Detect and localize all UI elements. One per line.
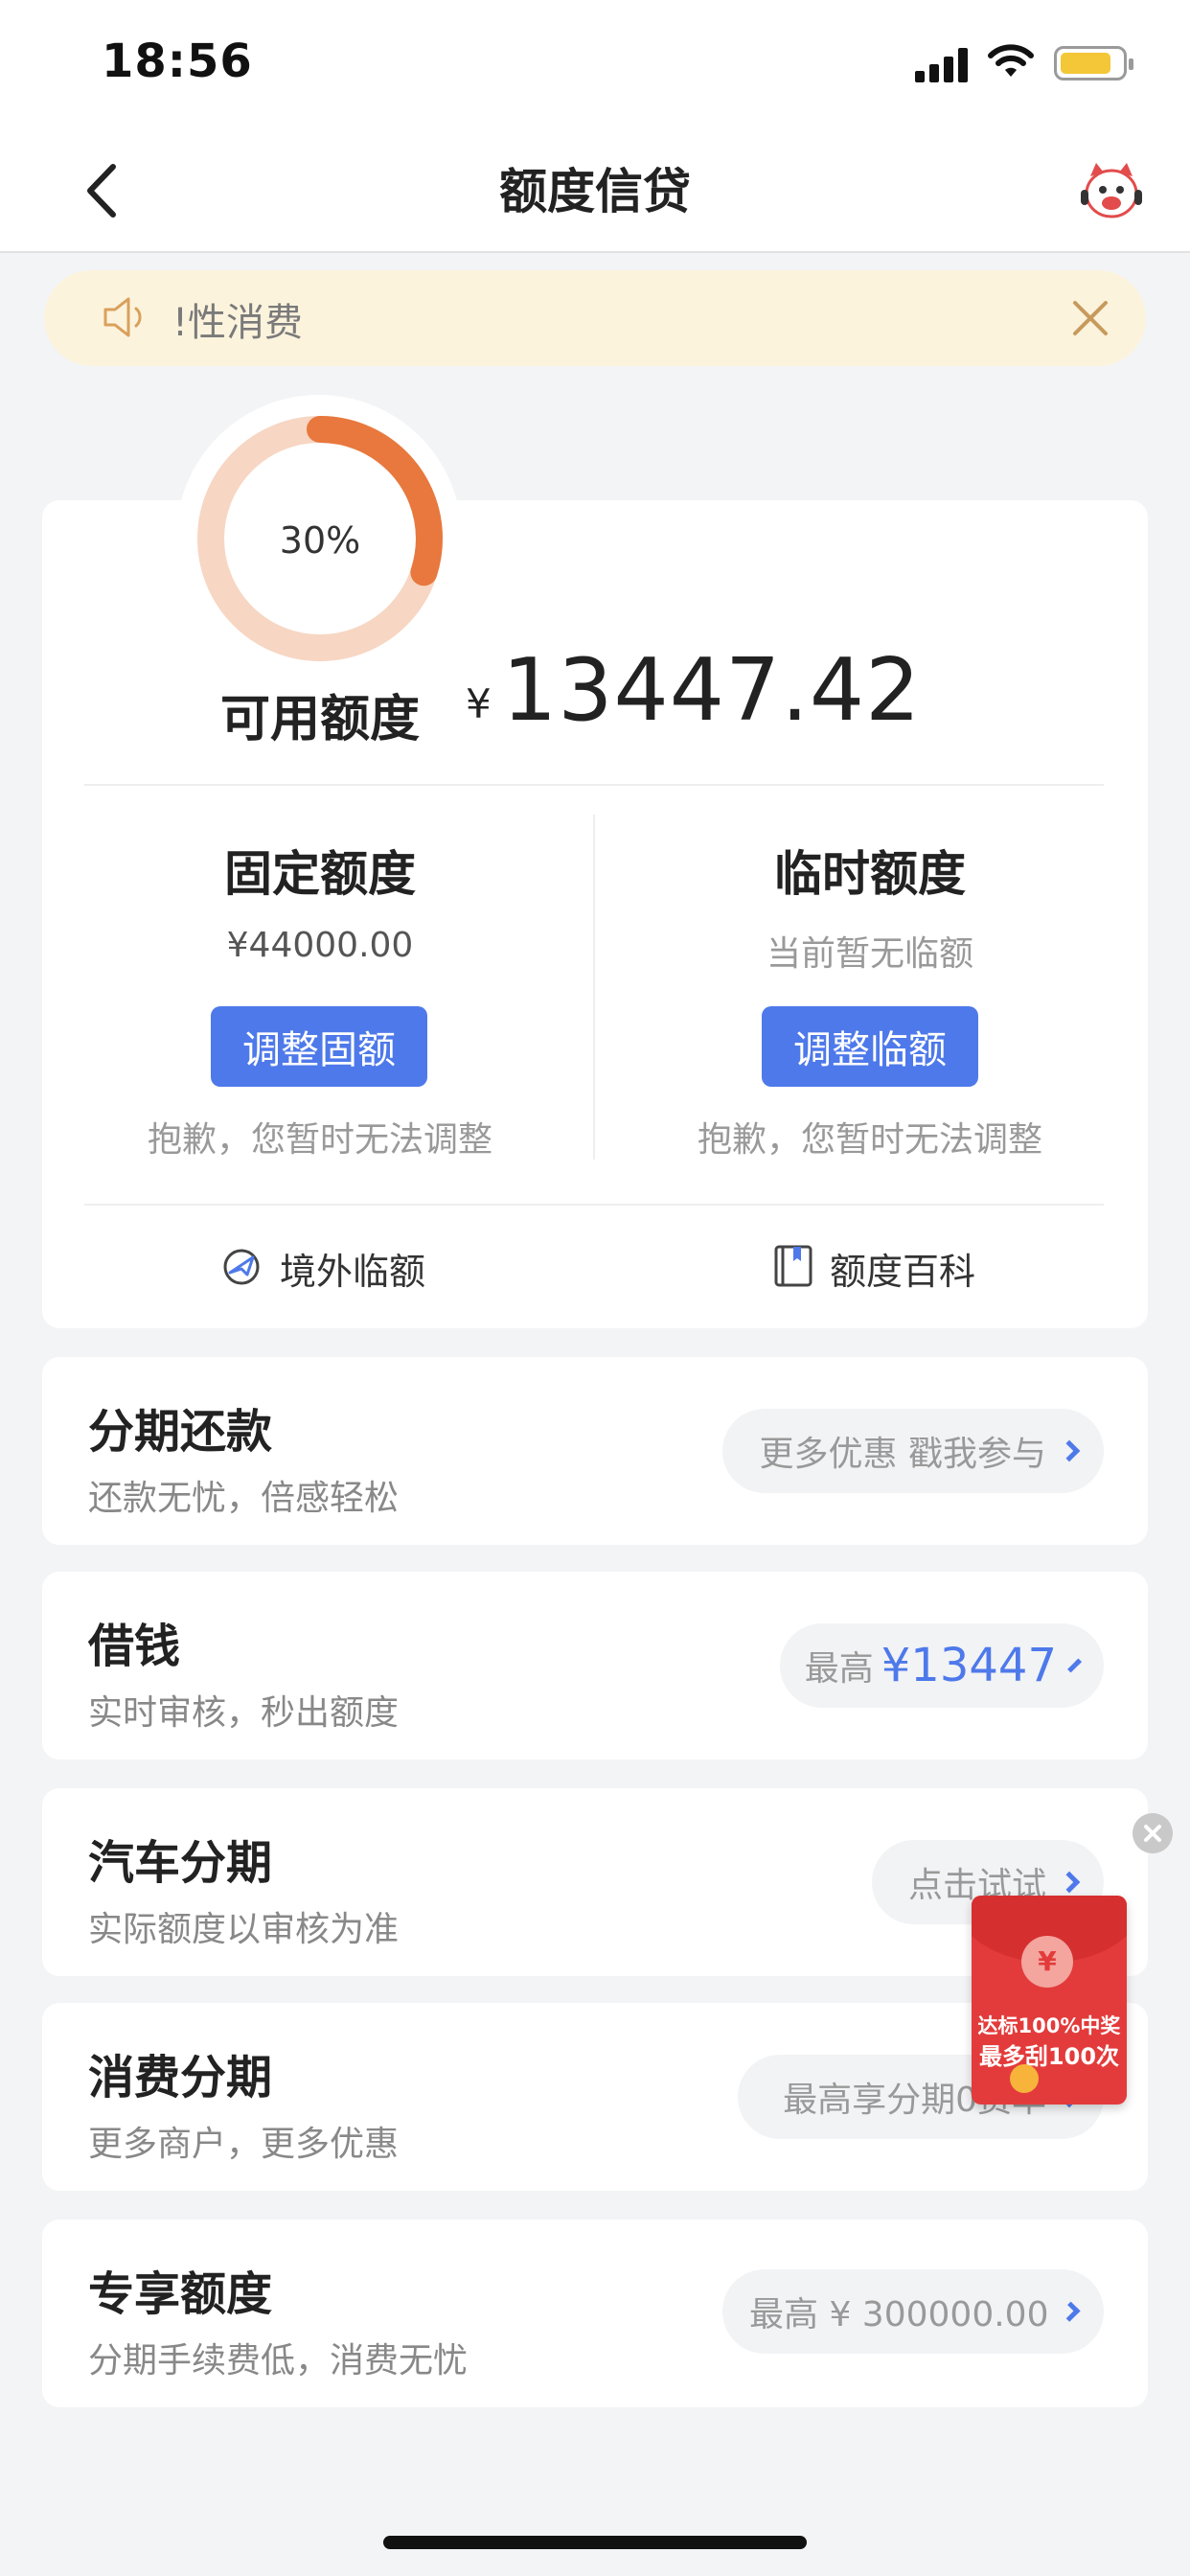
home-indicator xyxy=(383,2536,807,2549)
fixed-credit-note: 抱歉，您暂时无法调整 xyxy=(147,1120,492,1160)
pill-label: 最高 ¥ 300000.00 xyxy=(749,2295,1049,2334)
chevron-right-icon xyxy=(1060,2301,1081,2322)
currency-symbol: ¥ xyxy=(466,680,492,727)
temp-credit-value: 当前暂无临额 xyxy=(766,934,973,974)
service-subtitle: 还款无忧，倍感轻松 xyxy=(88,1479,400,1518)
book-icon xyxy=(774,1245,812,1287)
pill-label: 更多优惠 戳我参与 xyxy=(759,1435,1046,1474)
notice-text: !性消费 xyxy=(172,301,304,345)
temp-credit-note: 抱歉，您暂时无法调整 xyxy=(697,1120,1042,1160)
status-time: 18:56 xyxy=(102,34,253,88)
battery-icon xyxy=(1054,46,1133,80)
divider xyxy=(84,1204,1104,1206)
service-subtitle: 分期手续费低，消费无忧 xyxy=(88,2341,469,2380)
service-title: 专享额度 xyxy=(88,2267,273,2321)
chevron-right-icon xyxy=(1058,1871,1081,1894)
service-title: 分期还款 xyxy=(88,1405,273,1459)
overseas-credit-link[interactable]: 境外临额 xyxy=(280,1242,425,1295)
speaker-icon xyxy=(103,297,142,337)
temp-credit-title: 临时额度 xyxy=(774,846,966,902)
divider xyxy=(84,784,1104,786)
promo-line-2: 最多刮100次 xyxy=(978,2043,1120,2070)
service-action-pill[interactable]: 更多优惠 戳我参与 xyxy=(722,1409,1104,1493)
adjust-fixed-button[interactable]: 调整固额 xyxy=(211,1006,427,1087)
coin-icon: ¥ xyxy=(1021,1936,1073,1988)
promo-line-1: 达标100%中奖 xyxy=(977,2014,1121,2037)
wifi-icon xyxy=(988,44,1034,77)
service-action-pill[interactable]: 最高 ¥13447 xyxy=(780,1623,1104,1708)
chevron-right-icon xyxy=(1058,1439,1081,1462)
available-credit-amount: 13447.42 xyxy=(502,640,922,741)
signal-icon xyxy=(915,48,969,82)
close-promo-icon[interactable] xyxy=(1133,1813,1173,1853)
chevron-right-icon xyxy=(1067,1658,1082,1673)
service-subtitle: 实时审核，秒出额度 xyxy=(88,1693,400,1733)
credit-wiki-link[interactable]: 额度百科 xyxy=(830,1242,975,1295)
usage-percent: 30% xyxy=(279,519,361,562)
close-icon[interactable] xyxy=(1069,297,1111,339)
service-title: 汽车分期 xyxy=(88,1836,273,1890)
red-packet-promo[interactable]: ¥ 达标100%中奖 最多刮100次 xyxy=(972,1896,1127,2104)
adjust-temp-button[interactable]: 调整临额 xyxy=(762,1006,978,1087)
max-borrow-amount: ¥13447 xyxy=(881,1639,1057,1692)
service-title: 借钱 xyxy=(88,1620,181,1673)
mascot-icon[interactable] xyxy=(1077,157,1146,224)
column-divider xyxy=(593,815,595,1160)
fixed-credit-value: ¥44000.00 xyxy=(226,926,414,965)
service-subtitle: 更多商户，更多优惠 xyxy=(88,2125,400,2164)
available-credit-label: 可用额度 xyxy=(220,691,421,748)
pill-label: 最高 xyxy=(804,1649,874,1689)
service-action-pill[interactable]: 最高 ¥ 300000.00 xyxy=(722,2269,1104,2354)
page-title: 额度信贷 xyxy=(499,164,691,219)
fixed-credit-title: 固定额度 xyxy=(224,846,416,902)
plane-globe-icon xyxy=(223,1249,260,1285)
service-subtitle: 实际额度以审核为准 xyxy=(88,1910,400,1949)
service-title: 消费分期 xyxy=(88,2051,273,2104)
